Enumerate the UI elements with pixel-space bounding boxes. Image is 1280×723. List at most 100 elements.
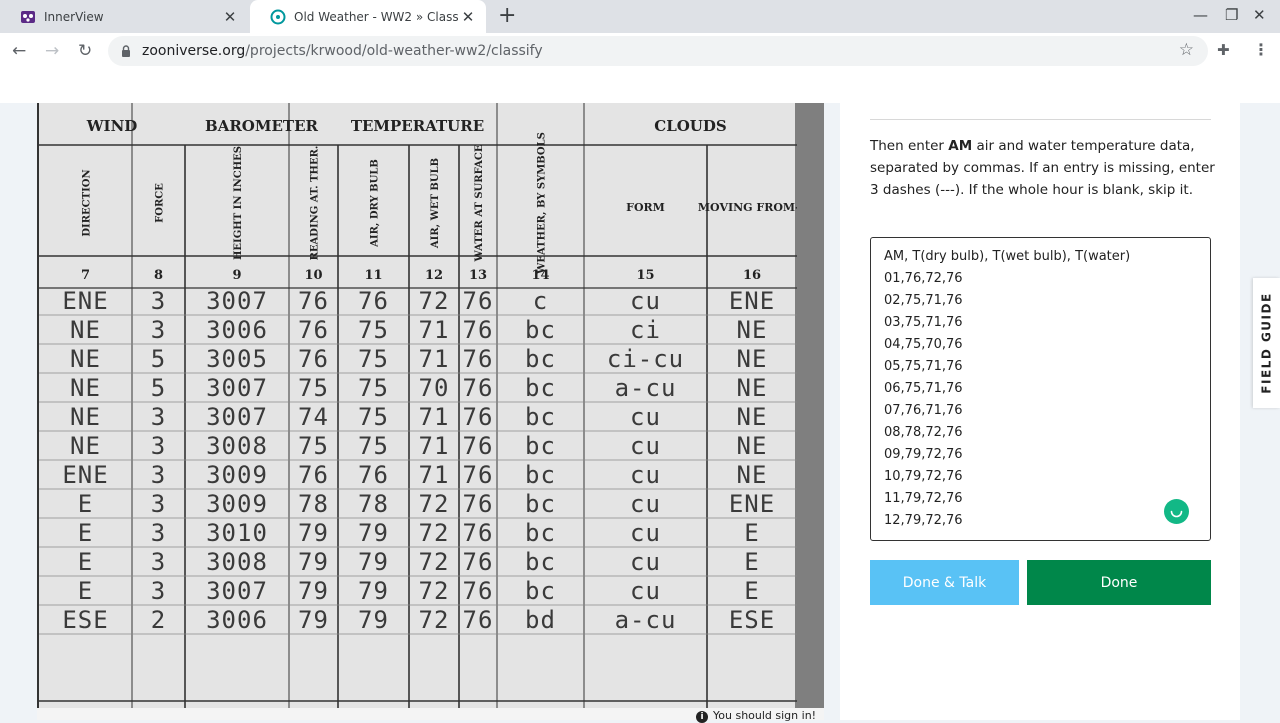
log-cell: 76 [298,461,329,489]
log-cell: 75 [358,345,389,373]
extensions-puzzle-icon[interactable]: ✚ [1217,41,1230,59]
answer-line: 06,75,71,76 [884,381,963,396]
log-cell: a-cu [615,374,677,402]
log-cell: NE [737,374,768,402]
log-cell: 3008 [206,432,268,460]
answer-line: 05,75,71,76 [884,359,963,374]
instructions-bold: AM [948,138,973,154]
sign-in-text: You should sign in! [713,709,817,722]
log-cell: NE [70,374,101,402]
divider [870,119,1211,120]
reload-icon[interactable]: ↻ [78,41,92,61]
log-cell: 76 [463,548,494,576]
log-cell: bd [525,606,556,634]
browser-menu-icon[interactable]: ⋮ [1253,40,1269,59]
forward-arrow-icon[interactable]: → [45,41,59,61]
log-cell: 71 [419,345,450,373]
log-cell: ENE [62,461,108,489]
log-column-header: WATER AT SURFACE [474,144,485,262]
bookmark-star-icon[interactable]: ☆ [1179,40,1194,60]
address-bar[interactable]: zooniverse.org/projects/krwood/old-weath… [108,36,1208,66]
back-arrow-icon[interactable]: ← [12,41,26,61]
tab-title: InnerView [44,9,104,24]
log-cell: bc [525,403,556,431]
tab-close-icon[interactable]: ✕ [458,8,478,26]
sign-in-notice[interactable]: i You should sign in! [696,709,816,723]
log-cell: bc [525,345,556,373]
log-cell: 3 [151,403,166,431]
answer-line: 12,79,72,76 [884,513,963,528]
log-column-header: WEATHER, BY SYMBOLS [537,132,548,275]
log-cell: 5 [151,374,166,402]
log-cell: E [78,548,93,576]
minimize-icon[interactable]: — [1193,6,1208,24]
log-column-number: 13 [469,268,487,283]
log-cell: 71 [419,461,450,489]
log-cell: 79 [298,548,329,576]
log-cell: bc [525,316,556,344]
grammarly-spinner-icon[interactable] [1164,499,1189,524]
log-cell: NE [737,316,768,344]
answer-line: 11,79,72,76 [884,491,963,506]
tab-close-icon[interactable]: ✕ [220,8,240,26]
done-button[interactable]: Done [1027,560,1211,605]
log-cell: NE [70,432,101,460]
log-cell: cu [630,403,661,431]
lock-icon [120,45,132,57]
log-cell: 75 [358,374,389,402]
log-cell: NE [737,432,768,460]
log-cell: 79 [358,577,389,605]
log-cell: 76 [463,606,494,634]
log-cell: 3007 [206,577,268,605]
log-column-number: 11 [364,268,382,283]
log-cell: 79 [298,519,329,547]
log-page-image[interactable]: WIND BAROMETER TEMPERATURE CLOUDS DIRECTION F… [37,103,824,708]
log-cell: 3006 [206,606,268,634]
log-column-header: FORCE [155,183,166,223]
log-cell: NE [70,345,101,373]
log-cell: ESE [729,606,775,634]
log-cell: 75 [358,316,389,344]
log-cell: 3 [151,490,166,518]
log-cell: 76 [298,345,329,373]
browser-toolbar: ← → ↻ zooniverse.org/projects/krwood/old… [0,33,1280,70]
log-cell: 78 [298,490,329,518]
log-cell: NE [70,403,101,431]
log-cell: 76 [463,374,494,402]
log-cell: 3 [151,548,166,576]
log-cell: NE [737,345,768,373]
log-group-header: BAROMETER [205,117,318,135]
tab-innerview[interactable]: InnerView ✕ [0,0,248,33]
log-cell: 72 [419,577,450,605]
log-cell: NE [737,461,768,489]
log-column-header: DIRECTION [82,169,93,236]
task-panel: Then enter AM air and water temperature … [840,103,1240,720]
answer-textarea[interactable]: AM, T(dry bulb), T(wet bulb), T(water) 01… [870,237,1211,541]
log-cell: E [744,577,759,605]
done-and-talk-button[interactable]: Done & Talk [870,560,1019,605]
field-guide-label: FIELD GUIDE [1259,292,1274,394]
log-cell: ENE [62,287,108,315]
field-guide-tab[interactable]: FIELD GUIDE [1253,278,1280,408]
log-cell: ci-cu [607,345,684,373]
url-path: /projects/krwood/old-weather-ww2/classif… [245,43,543,59]
new-tab-icon[interactable]: + [498,4,516,28]
log-column-number: 10 [304,268,322,283]
tab-old-weather[interactable]: Old Weather - WW2 » Classify — Zoonivers… [250,0,486,33]
log-cell: 3007 [206,374,268,402]
log-cell: ESE [62,606,108,634]
log-column-number: 12 [425,268,443,283]
log-cell: 3 [151,287,166,315]
log-cell: 76 [358,461,389,489]
log-group-header: WIND [86,117,138,135]
log-column-header: READING AT. THER. [310,146,321,261]
restore-icon[interactable]: ❐ [1225,6,1238,24]
log-column-header: AIR, WET BULB [430,158,441,249]
answer-line: 02,75,71,76 [884,293,963,308]
log-cell: E [78,519,93,547]
window-close-icon[interactable]: ✕ [1253,6,1266,24]
log-cell: 75 [358,432,389,460]
log-column-number: 15 [636,268,654,283]
log-cell: 75 [298,432,329,460]
log-cell: 76 [463,490,494,518]
